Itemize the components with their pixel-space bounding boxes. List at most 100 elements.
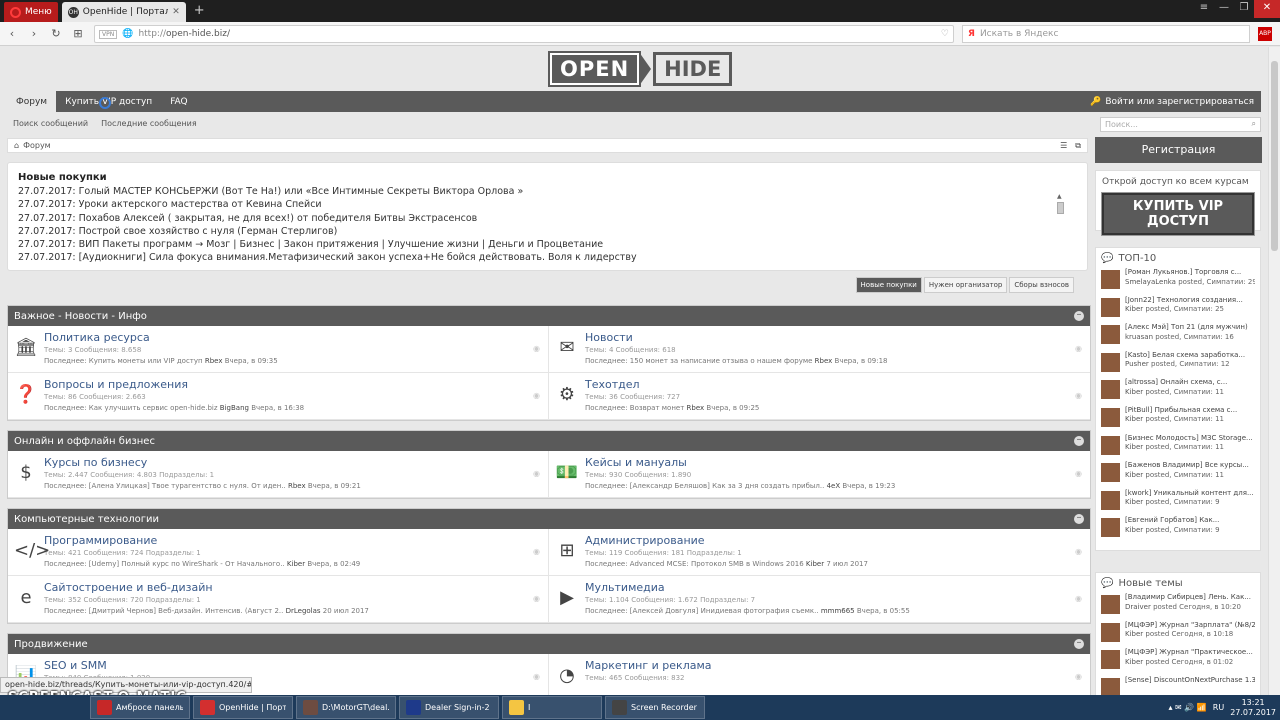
minimize-icon[interactable]: —	[1214, 0, 1234, 18]
back-icon[interactable]: ‹	[6, 27, 18, 40]
sidebar-thread-item[interactable]: [altrossa] Онлайн схема, с... Kiber post…	[1101, 378, 1255, 406]
thread-title[interactable]: [МЦФЭР] Журнал "Практическое...	[1125, 648, 1255, 658]
sidebar-thread-item[interactable]: [Kasto] Белая схема заработка... Pusher …	[1101, 351, 1255, 379]
thread-title[interactable]: [Евгений Горбатов] Как...	[1125, 516, 1255, 526]
thread-author[interactable]: Kiber	[1125, 658, 1143, 666]
avatar[interactable]	[1101, 325, 1120, 345]
thread-author[interactable]: Kiber	[1125, 388, 1143, 396]
thread-author[interactable]: SmelayaLenka	[1125, 278, 1176, 286]
forum-title[interactable]: Курсы по бизнесу	[44, 456, 548, 469]
thread-title[interactable]: [PitBull] Прибыльная схема с...	[1125, 406, 1255, 416]
category-header[interactable]: Онлайн и оффлайн бизнес –	[8, 431, 1090, 451]
thread-author[interactable]: Kiber	[1125, 498, 1143, 506]
rss-icon[interactable]: ◉	[1075, 672, 1082, 681]
taskbar-app[interactable]: Screen Recorder	[605, 696, 705, 719]
rss-icon[interactable]: ◉	[1075, 594, 1082, 603]
category-header[interactable]: Важное - Новости - Инфо –	[8, 306, 1090, 326]
register-button[interactable]: Регистрация	[1095, 137, 1262, 163]
last-post-title[interactable]: Последнее: Advanced MCSE: Протокол SMB в…	[585, 560, 804, 568]
category-title[interactable]: Компьютерные технологии	[14, 514, 159, 525]
last-post-user[interactable]: Kiber	[806, 560, 824, 568]
collapse-icon[interactable]: –	[1074, 513, 1084, 524]
thread-author[interactable]: Kiber	[1125, 305, 1143, 313]
opera-menu-button[interactable]: Меню	[4, 2, 58, 22]
thread-title[interactable]: [Jonn22] Технология создания...	[1125, 296, 1255, 306]
rss-icon[interactable]: ◉	[1075, 344, 1082, 353]
forward-icon[interactable]: ›	[28, 27, 40, 40]
thread-title[interactable]: [МЦФЭР] Журнал "Зарплата" (№8/2017)	[1125, 621, 1255, 631]
thread-author[interactable]: Kiber	[1125, 526, 1143, 534]
sidebar-thread-item[interactable]: [МЦФЭР] Журнал "Зарплата" (№8/2017) Kibe…	[1101, 621, 1255, 649]
adblock-extension-icon[interactable]: ABP	[1258, 27, 1272, 41]
search-icon[interactable]: ⌕	[1252, 119, 1256, 129]
thread-title[interactable]: [Sense] DiscountOnNextPurchase 1.3	[1125, 676, 1255, 686]
sidebar-thread-item[interactable]: [МЦФЭР] Журнал "Практическое... Kiber po…	[1101, 648, 1255, 676]
tray-icons[interactable]: ▴ ✉ 🔊 📶	[1168, 703, 1206, 712]
taskbar-app[interactable]: D:\MotorGT\deal...	[296, 696, 396, 719]
close-tab-icon[interactable]: ✕	[172, 7, 180, 17]
sidebar-thread-item[interactable]: [Sense] DiscountOnNextPurchase 1.3	[1101, 676, 1255, 695]
news-item[interactable]: 27.07.2017: ВИП Пакеты программ → Мозг |…	[18, 238, 1053, 251]
avatar[interactable]	[1101, 490, 1120, 510]
rss-icon[interactable]: ◉	[1075, 391, 1082, 400]
last-post-title[interactable]: Последнее: [Александр Беляшов] Как за 3 …	[585, 482, 824, 490]
last-post-title[interactable]: Последнее: [Дмитрий Чернов] Веб-дизайн. …	[44, 607, 283, 615]
last-post-title[interactable]: Последнее: [Udemy] Полный курс по WireSh…	[44, 560, 285, 568]
forum-title[interactable]: Политика ресурса	[44, 331, 548, 344]
sidebar-thread-item[interactable]: [Баженов Владимир] Все курсы... Kiber po…	[1101, 461, 1255, 489]
buy-vip-button[interactable]: КУПИТЬ VIP ДОСТУП	[1101, 192, 1255, 236]
forum-title[interactable]: Маркетинг и реклама	[585, 659, 1090, 672]
last-post-user[interactable]: DrLegolas	[286, 607, 321, 615]
last-post-title[interactable]: Последнее: [Алексей Довгуля] Инидиевая ф…	[585, 607, 819, 615]
thread-author[interactable]: Pusher	[1125, 360, 1149, 368]
rss-icon[interactable]: ◉	[533, 469, 540, 478]
collapse-icon[interactable]: –	[1074, 435, 1084, 446]
page-scrollbar[interactable]	[1268, 47, 1280, 695]
breadcrumb-forum[interactable]: Форум	[23, 141, 51, 150]
clock[interactable]: 13:21 27.07.2017	[1230, 698, 1276, 718]
thread-author[interactable]: kruasan	[1125, 333, 1153, 341]
avatar[interactable]	[1101, 297, 1120, 317]
home-icon[interactable]: ⌂	[14, 141, 19, 150]
last-post-title[interactable]: Последнее: 150 монет за написание отзыва…	[585, 357, 812, 365]
thread-title[interactable]: [Алекс Мэй] Топ 21 (для мужчин)	[1125, 323, 1255, 333]
forum-title[interactable]: Кейсы и мануалы	[585, 456, 1090, 469]
sidebar-thread-item[interactable]: [Евгений Горбатов] Как... Kiber posted, …	[1101, 516, 1255, 544]
tab-menu-icon[interactable]: ≡	[1194, 0, 1214, 18]
avatar[interactable]	[1101, 595, 1120, 614]
news-item[interactable]: 27.07.2017: Построй свое хозяйство с нул…	[18, 225, 1053, 238]
sidebar-thread-item[interactable]: [PitBull] Прибыльная схема с... Kiber po…	[1101, 406, 1255, 434]
sidebar-thread-item[interactable]: [Jonn22] Технология создания... Kiber po…	[1101, 296, 1255, 324]
forum-title[interactable]: Программирование	[44, 534, 548, 547]
search-messages-link[interactable]: Поиск сообщений	[13, 119, 88, 128]
reload-icon[interactable]: ↻	[50, 27, 62, 40]
thread-author[interactable]: Kiber	[1125, 443, 1143, 451]
taskbar-app[interactable]: Dealer Sign-in-2 ...	[399, 696, 499, 719]
thread-author[interactable]: Draiver	[1125, 603, 1151, 611]
forum-title[interactable]: SEO и SMM	[44, 659, 548, 672]
rss-icon[interactable]: ◉	[1075, 469, 1082, 478]
taskbar-app[interactable]: I	[502, 696, 602, 719]
sidebar-thread-item[interactable]: [Роман Лукьянов.] Торговля с... SmelayaL…	[1101, 268, 1255, 296]
expand-icon[interactable]: ⧉	[1075, 141, 1081, 151]
taskbar-app[interactable]: Амбросе панель...	[90, 696, 190, 719]
news-scrollbar[interactable]: ▲	[1057, 193, 1065, 263]
recent-messages-link[interactable]: Последние сообщения	[101, 119, 197, 128]
site-logo[interactable]: OPEN HIDE	[547, 50, 733, 87]
forum-title[interactable]: Вопросы и предложения	[44, 378, 548, 391]
last-post-user[interactable]: Rbex	[205, 357, 223, 365]
tab-fee-collection[interactable]: Сборы взносов	[1009, 277, 1074, 293]
last-post-user[interactable]: 4eX	[827, 482, 841, 490]
last-post-user[interactable]: Kiber	[287, 560, 305, 568]
category-title[interactable]: Важное - Новости - Инфо	[14, 311, 147, 322]
thread-author[interactable]: Kiber	[1125, 630, 1143, 638]
rss-icon[interactable]: ◉	[1075, 547, 1082, 556]
avatar[interactable]	[1101, 677, 1120, 695]
close-window-icon[interactable]: ✕	[1254, 0, 1280, 18]
url-field[interactable]: VPN 🌐 http://open-hide.biz/ ♡	[94, 25, 954, 43]
taskbar-app[interactable]: OpenHide | Порт...	[193, 696, 293, 719]
language-indicator[interactable]: RU	[1213, 703, 1224, 712]
news-item[interactable]: 27.07.2017: Уроки актерского мастерства …	[18, 198, 1053, 211]
forum-title[interactable]: Новости	[585, 331, 1090, 344]
thread-title[interactable]: [Владимир Сибирцев] Лень. Как...	[1125, 593, 1255, 603]
